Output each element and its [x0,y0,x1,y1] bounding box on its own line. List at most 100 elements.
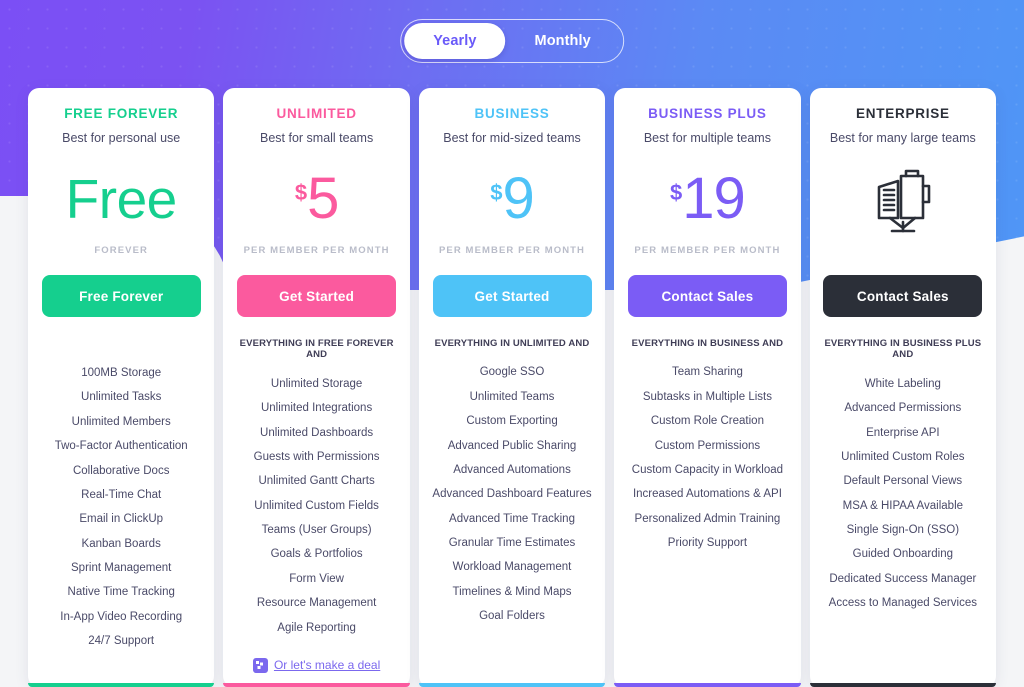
feature-item: Unlimited Custom Roles [841,450,965,463]
toggle-option-yearly[interactable]: Yearly [404,23,506,59]
feature-item: Native Time Tracking [67,586,175,599]
feature-item: 100MB Storage [81,367,162,379]
feature-item: Advanced Permissions [844,402,962,415]
plan-name: BUSINESS PLUS [648,106,767,121]
plan-price: $ 19 [624,149,790,249]
price-amount: 9 [502,166,535,231]
plan-tagline: Best for multiple teams [643,131,771,145]
feature-item: Real-Time Chat [81,488,162,501]
plan-price: $ 5 [233,149,399,249]
cta-business-plus[interactable]: Contact Sales [627,275,787,317]
feature-item: Collaborative Docs [72,464,170,477]
billing-period-toggle[interactable]: Yearly Monthly [400,19,624,63]
feature-item: Access to Managed Services [828,597,977,610]
feature-item: Form View [289,572,344,585]
pricing-card-free-forever: FREE FOREVER Best for personal use Free … [28,88,215,687]
cta-free-forever[interactable]: Free Forever [41,275,201,317]
features-heading: EVERYTHING IN BUSINESS AND [631,338,784,349]
feature-list-enterprise: White Labeling Advanced Permissions Ente… [820,372,986,616]
feature-item: Unlimited Storage [270,377,363,390]
feature-item: Two-Factor Authentication [54,440,188,453]
deal-badge-icon [252,657,268,673]
pricing-card-enterprise: ENTERPRISE Best for many large teams Con… [809,88,997,687]
price-note: PER MEMBER PER MONTH [438,245,586,256]
make-a-deal-link[interactable]: Or let's make a deal [252,657,381,673]
make-a-deal-label: Or let's make a deal [273,658,381,673]
plan-name: ENTERPRISE [855,106,950,121]
plan-tagline: Best for mid-sized teams [443,131,581,145]
feature-item: Advanced Time Tracking [449,512,575,525]
feature-list-unlimited: Unlimited Storage Unlimited Integrations… [233,372,399,640]
price-note: PER MEMBER PER MONTH [634,245,781,256]
feature-item: Unlimited Dashboards [260,426,374,439]
feature-item: Workload Management [452,561,572,574]
feature-list-business-plus: Team Sharing Subtasks in Multiple Lists … [624,360,790,555]
feature-item: Advanced Public Sharing [447,439,577,452]
cta-enterprise[interactable]: Contact Sales [823,275,983,317]
feature-item: Agile Reporting [277,621,356,634]
feature-item: Guided Onboarding [852,548,954,561]
feature-item: Custom Permissions [654,439,761,452]
feature-item: Unlimited Members [71,415,171,428]
feature-item: 24/7 Support [88,635,155,648]
plan-price: $ 9 [429,149,595,249]
pricing-card-list: FREE FOREVER Best for personal use Free … [28,88,997,687]
card-accent-bar [223,682,410,687]
card-accent-bar [28,682,215,687]
price-currency: $ [670,180,683,205]
pricing-card-business-plus: BUSINESS PLUS Best for multiple teams $ … [614,88,801,687]
features-heading [119,338,123,350]
feature-item: Increased Automations & API [632,488,782,501]
price-amount: 5 [307,166,339,231]
price-amount: Free [65,168,178,230]
feature-item: Google SSO [479,366,545,379]
card-accent-bar [418,682,606,687]
card-accent-bar [809,682,997,687]
feature-item: Timelines & Mind Maps [452,585,572,598]
feature-item: Advanced Dashboard Features [432,488,592,501]
price-currency: $ [490,180,503,205]
feature-item: Subtasks in Multiple Lists [642,390,772,403]
feature-item: Unlimited Custom Fields [254,499,379,512]
feature-item: Unlimited Gantt Charts [258,475,375,488]
pricing-card-unlimited: UNLIMITED Best for small teams $ 5 PER M… [223,88,410,687]
feature-item: Sprint Management [71,562,172,574]
feature-item: Personalized Admin Training [634,512,781,525]
feature-item: Single Sign-On (SSO) [846,524,960,537]
feature-item: Kanban Boards [81,537,161,550]
price-amount: 19 [682,166,746,231]
office-building-icon [865,149,941,249]
feature-list-free-forever: 100MB Storage Unlimited Tasks Unlimited … [38,361,204,654]
features-heading: EVERYTHING IN UNLIMITED AND [434,338,590,349]
price-note: FOREVER [94,245,149,256]
plan-price: Free [38,149,204,249]
feature-item: Custom Exporting [466,415,558,428]
price-note: PER MEMBER PER MONTH [243,245,390,256]
toggle-option-monthly[interactable]: Monthly [506,23,620,59]
cta-unlimited[interactable]: Get Started [237,275,397,317]
feature-item: Custom Capacity in Workload [631,463,784,476]
plan-name: FREE FOREVER [64,106,179,121]
card-accent-bar [614,682,801,687]
plan-name: UNLIMITED [276,106,357,121]
feature-item: Goals & Portfolios [270,548,363,561]
feature-item: Resource Management [256,597,377,610]
cta-business[interactable]: Get Started [432,275,592,317]
feature-item: Unlimited Tasks [81,391,162,404]
feature-item: Default Personal Views [843,475,963,488]
feature-item: Dedicated Success Manager [829,572,977,585]
feature-item: Granular Time Estimates [448,537,576,550]
feature-list-business: Google SSO Unlimited Teams Custom Export… [429,360,595,628]
feature-item: MSA & HIPAA Available [842,499,964,512]
plan-tagline: Best for many large teams [829,131,976,145]
feature-item: Enterprise API [866,426,940,439]
feature-item: Guests with Permissions [253,450,380,463]
plan-tagline: Best for personal use [62,131,181,145]
features-heading: EVERYTHING IN BUSINESS PLUS AND [824,338,982,361]
feature-item: Goal Folders [479,610,545,623]
plan-tagline: Best for small teams [259,131,374,145]
price-currency: $ [294,180,308,205]
feature-item: Teams (User Groups) [261,524,372,537]
feature-item: In-App Video Recording [60,610,183,623]
feature-item: Unlimited Teams [469,390,555,403]
